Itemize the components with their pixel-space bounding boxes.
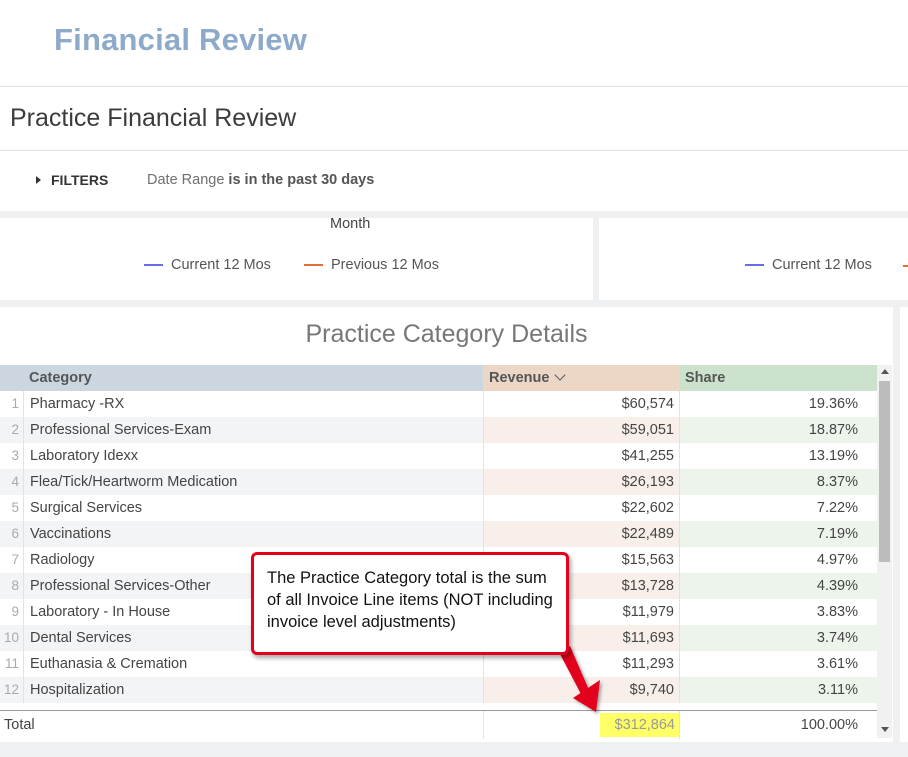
scroll-down-arrow-icon[interactable]: [881, 727, 889, 732]
table-row[interactable]: 6 Vaccinations $22,489 7.19%: [0, 521, 877, 547]
cell-revenue: $9,740: [483, 677, 679, 703]
table-scrollbar[interactable]: [877, 365, 892, 738]
legend-label: Current 12 Mos: [171, 257, 271, 273]
row-index: 2: [0, 417, 23, 443]
legend-item-current-right[interactable]: Current 12 Mos: [745, 257, 872, 273]
legend-item-current[interactable]: Current 12 Mos: [144, 257, 271, 273]
chart-tile-left: [0, 218, 593, 300]
axis-title: Month: [330, 216, 371, 232]
cell-share: 3.83%: [679, 599, 877, 625]
table-row[interactable]: 5 Surgical Services $22,602 7.22%: [0, 495, 877, 521]
cell-share: 18.87%: [679, 417, 877, 443]
cell-share: 19.36%: [679, 391, 877, 417]
cell-share: 7.19%: [679, 521, 877, 547]
cell-share: 7.22%: [679, 495, 877, 521]
row-index: 3: [11, 448, 19, 463]
filter-condition: is in the past 30 days: [228, 172, 375, 188]
cell-share: 13.19%: [679, 443, 877, 469]
callout-text: The Practice Category total is the sum o…: [267, 569, 553, 631]
legend-swatch: [745, 264, 764, 266]
cell-category: Laboratory Idexx: [23, 443, 483, 469]
cell-share: 3.61%: [679, 651, 877, 677]
cell-category: Vaccinations: [23, 521, 483, 547]
column-divider: [483, 711, 484, 739]
table-row[interactable]: 4 Flea/Tick/Heartworm Medication $26,193 8.…: [0, 469, 877, 495]
tile-edge: [900, 307, 908, 742]
filters-label: FILTERS: [51, 172, 109, 188]
cell-category: Surgical Services: [23, 495, 483, 521]
table-row[interactable]: 1 Pharmacy -RX $60,574 19.36%: [0, 391, 877, 417]
chevron-down-icon[interactable]: [554, 369, 567, 381]
legend-swatch: [304, 264, 323, 266]
cell-revenue: $59,051: [483, 417, 679, 443]
filters-toggle[interactable]: FILTERS: [36, 172, 108, 188]
table-row[interactable]: 12 Hospitalization $9,740 3.11%: [0, 677, 877, 703]
cell-category: Pharmacy -RX: [23, 391, 483, 417]
cell-revenue: $60,574: [483, 391, 679, 417]
row-index: 12: [0, 677, 23, 703]
cell-revenue: $22,602: [483, 495, 679, 521]
total-row: Total $312,864 100.00%: [0, 710, 877, 739]
row-index: 11: [4, 656, 19, 671]
header-share-label: Share: [685, 370, 726, 386]
header-share[interactable]: Share: [679, 365, 877, 391]
header-index: [0, 365, 23, 391]
table-row[interactable]: 3 Laboratory Idexx $41,255 13.19%: [0, 443, 877, 469]
table-row[interactable]: 2 Professional Services-Exam $59,051 18.87%: [0, 417, 877, 443]
row-index: 6: [0, 521, 23, 547]
scroll-up-arrow-icon[interactable]: [881, 369, 889, 374]
row-index: 1: [11, 396, 19, 411]
header-category-label: Category: [29, 370, 92, 386]
cell-category: Professional Services-Exam: [23, 417, 483, 443]
cell-share: 4.39%: [679, 573, 877, 599]
row-index: 10: [0, 625, 23, 651]
header-revenue[interactable]: Revenue: [483, 365, 679, 391]
cell-share: 3.74%: [679, 625, 877, 651]
cell-revenue: $26,193: [483, 469, 679, 495]
total-label: Total: [4, 717, 35, 733]
filter-field: Date Range: [147, 172, 225, 188]
cell-revenue: $41,255: [483, 443, 679, 469]
total-revenue: $312,864: [600, 713, 679, 737]
caret-right-icon: [36, 176, 41, 184]
dashboard-title: Practice Financial Review: [10, 104, 297, 132]
scroll-thumb[interactable]: [879, 381, 890, 562]
cell-share: 8.37%: [679, 469, 877, 495]
app-title: Financial Review: [54, 22, 308, 57]
row-index: 4: [0, 469, 23, 495]
row-index: 7: [11, 552, 19, 567]
annotation-callout: The Practice Category total is the sum o…: [251, 552, 569, 655]
legend-swatch-clipped: [903, 265, 908, 267]
header-divider: [0, 86, 908, 87]
legend-label: Previous 12 Mos: [331, 257, 439, 273]
legend-swatch: [144, 264, 163, 266]
legend-item-previous[interactable]: Previous 12 Mos: [304, 257, 439, 273]
row-index: 9: [11, 604, 19, 619]
header-category[interactable]: Category: [23, 365, 483, 391]
row-index: 5: [11, 500, 19, 515]
filters-bar: [0, 151, 908, 211]
cell-category: Flea/Tick/Heartworm Medication: [23, 469, 483, 495]
cell-share: 4.97%: [679, 547, 877, 573]
total-share: 100.00%: [800, 717, 858, 733]
cell-share: 3.11%: [679, 677, 877, 703]
legend-label: Current 12 Mos: [772, 257, 872, 273]
table-title: Practice Category Details: [305, 320, 588, 348]
header-revenue-label: Revenue: [489, 370, 550, 386]
filter-summary[interactable]: Date Range is in the past 30 days: [147, 172, 374, 188]
cell-category: Hospitalization: [23, 677, 483, 703]
row-index: 8: [0, 573, 23, 599]
cell-revenue: $22,489: [483, 521, 679, 547]
